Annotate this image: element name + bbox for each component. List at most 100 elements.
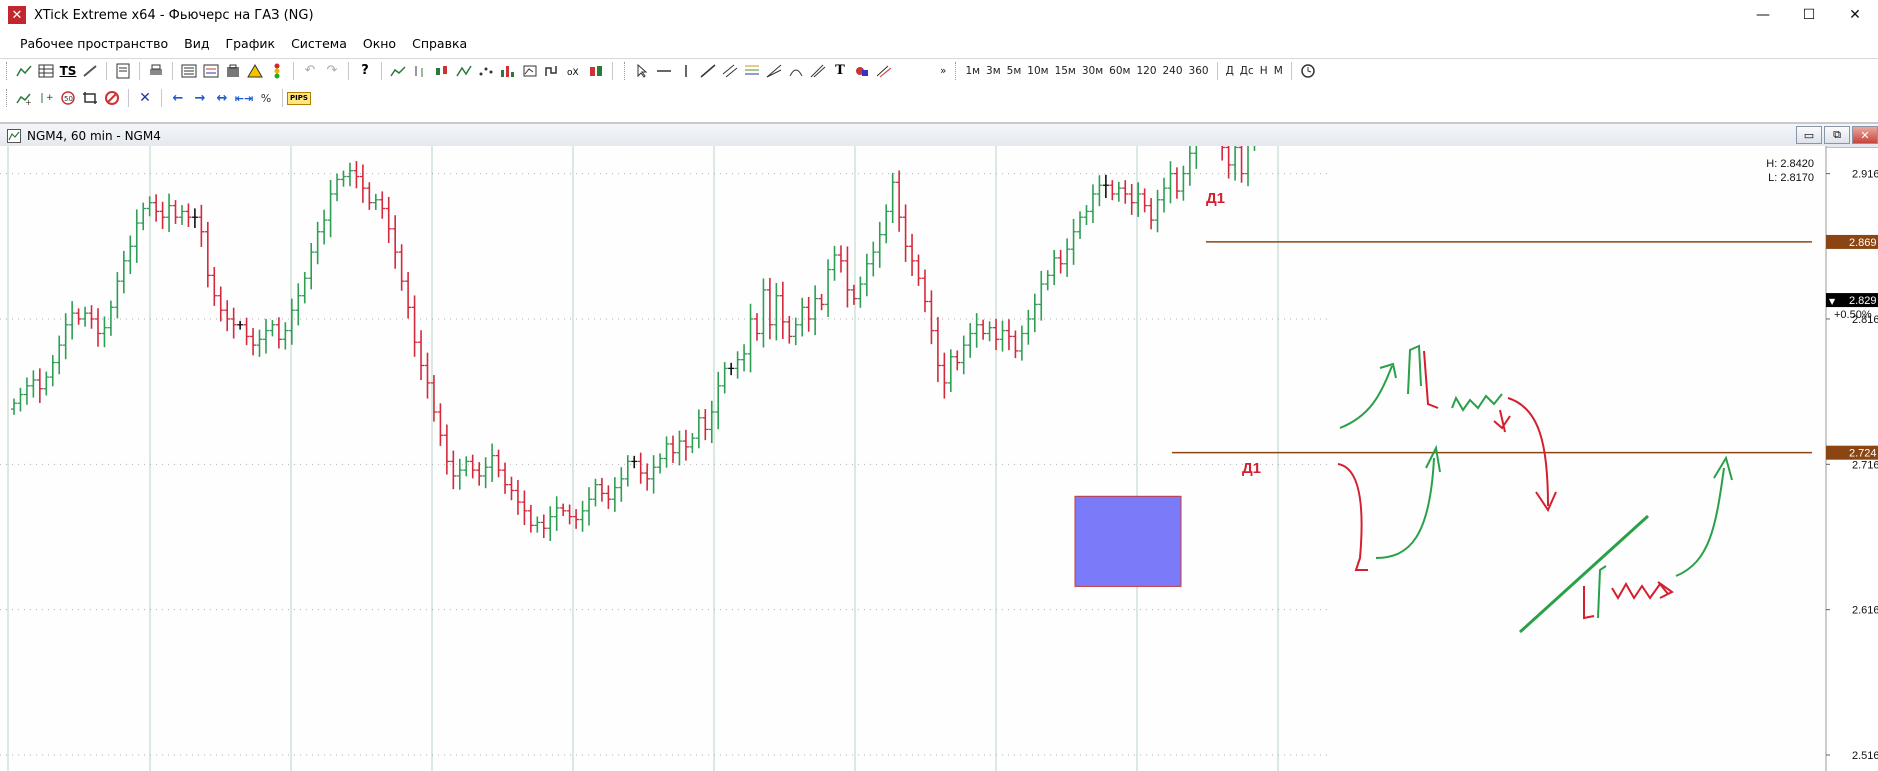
last-price-arrow-icon: ▼ bbox=[1829, 297, 1836, 306]
chart-window-icon bbox=[7, 128, 21, 143]
script-icon[interactable] bbox=[79, 60, 101, 82]
ts-icon[interactable]: TS bbox=[57, 60, 79, 82]
scroll-right-icon[interactable]: → bbox=[189, 87, 211, 109]
price-axis[interactable]: 2.9162.8162.7162.6162.516 bbox=[1826, 169, 1878, 762]
document-icon[interactable] bbox=[112, 60, 134, 82]
application-window: ✕ XTick Extreme x64 - Фьючерс на ГАЗ (NG… bbox=[0, 0, 1878, 771]
chart-restore-button[interactable]: ⧉ bbox=[1824, 126, 1850, 144]
zoom-in-icon[interactable]: ↔ bbox=[211, 87, 233, 109]
menu-chart[interactable]: График bbox=[217, 36, 283, 51]
chart-cluster-icon[interactable] bbox=[585, 60, 607, 82]
add-study-icon[interactable]: + bbox=[35, 87, 57, 109]
annotation-d1-top: Д1 bbox=[1206, 190, 1225, 207]
chart-minimize-button[interactable]: ▭ bbox=[1796, 126, 1822, 144]
toolbar-grip[interactable] bbox=[6, 61, 9, 80]
table-icon[interactable] bbox=[35, 60, 57, 82]
level-price-tag: 2.869 bbox=[1826, 234, 1878, 249]
axis-tick-label: 2.916 bbox=[1852, 169, 1878, 181]
vertical-line-icon[interactable] bbox=[675, 60, 697, 82]
pips-label: PIPS bbox=[287, 91, 311, 105]
signal-icon[interactable] bbox=[266, 60, 288, 82]
fan-icon[interactable] bbox=[763, 60, 785, 82]
percent-icon[interactable]: % bbox=[255, 87, 277, 109]
alert-icon[interactable] bbox=[244, 60, 266, 82]
highlight-zone-box[interactable] bbox=[1074, 495, 1182, 587]
period-day[interactable]: Д bbox=[1223, 65, 1237, 77]
scale-icon[interactable]: 50 bbox=[57, 87, 79, 109]
no-entry-icon[interactable] bbox=[101, 87, 123, 109]
timeframe-10m[interactable]: 10м bbox=[1024, 65, 1051, 77]
menu-view[interactable]: Вид bbox=[176, 36, 217, 51]
chart-bars-icon[interactable] bbox=[387, 60, 409, 82]
overflow-chevron-icon[interactable]: » bbox=[937, 65, 949, 77]
text-tool-icon[interactable]: T bbox=[829, 60, 851, 82]
pips-button[interactable]: PIPS bbox=[287, 87, 311, 109]
timeframe-5m[interactable]: 5м bbox=[1004, 65, 1025, 77]
trend-line-icon[interactable] bbox=[697, 60, 719, 82]
chart-window-titlebar: NGM4, 60 min - NGM4 ▭ ⧉ ✕ bbox=[0, 124, 1878, 148]
x-logo-icon[interactable]: ✕ bbox=[8, 6, 26, 24]
fibonacci-icon[interactable] bbox=[741, 60, 763, 82]
add-indicator-icon[interactable]: + bbox=[13, 87, 35, 109]
menu-workspace[interactable]: Рабочее пространство bbox=[12, 36, 176, 51]
chart-points-icon[interactable] bbox=[475, 60, 497, 82]
chart-candles-icon[interactable] bbox=[431, 60, 453, 82]
chart-volume-icon[interactable] bbox=[497, 60, 519, 82]
maximize-button[interactable]: ☐ bbox=[1786, 0, 1832, 30]
crop-icon[interactable] bbox=[79, 87, 101, 109]
chart-ohlc-icon[interactable] bbox=[409, 60, 431, 82]
price-chart[interactable]: Д1 Д1 H: 2.8420 L: 2.8170 2.9162.8162.71… bbox=[0, 146, 1878, 771]
period-day-session[interactable]: Дс bbox=[1237, 65, 1257, 77]
list-icon[interactable] bbox=[178, 60, 200, 82]
chart-window-title: NGM4, 60 min - NGM4 bbox=[27, 128, 161, 143]
cursor-icon[interactable] bbox=[631, 60, 653, 82]
change-percent-label: +0.50% bbox=[1834, 309, 1872, 321]
menu-system[interactable]: Система bbox=[283, 36, 355, 51]
timeframe-120[interactable]: 120 bbox=[1133, 65, 1159, 77]
eraser-icon[interactable] bbox=[873, 60, 895, 82]
last-price-tag: ▼ 2.829 bbox=[1826, 293, 1878, 308]
chart-pnf-icon[interactable]: oX bbox=[563, 60, 585, 82]
svg-text:+: + bbox=[46, 93, 54, 103]
delete-drawings-icon[interactable]: ✕ bbox=[134, 87, 156, 109]
menu-bar: Рабочее пространство Вид График Система … bbox=[0, 32, 1878, 54]
orders-icon[interactable] bbox=[200, 60, 222, 82]
svg-text:50: 50 bbox=[64, 95, 73, 103]
chart-renko-icon[interactable] bbox=[519, 60, 541, 82]
title-bar: ✕ XTick Extreme x64 - Фьючерс на ГАЗ (NG… bbox=[0, 0, 1878, 30]
timeframe-60m[interactable]: 60м bbox=[1106, 65, 1133, 77]
portfolio-icon[interactable] bbox=[222, 60, 244, 82]
scroll-left-icon[interactable]: ← bbox=[167, 87, 189, 109]
pitchfork-icon[interactable] bbox=[807, 60, 829, 82]
horizontal-line-icon[interactable] bbox=[653, 60, 675, 82]
main-toolbar: TS ↶ ↷ ? oX T » 1м 3м 5м 10м 15м 30м 60м… bbox=[0, 58, 1878, 82]
annotation-d1-bottom: Д1 bbox=[1242, 460, 1261, 477]
undo-icon[interactable]: ↶ bbox=[299, 60, 321, 82]
help-icon[interactable]: ? bbox=[354, 60, 376, 82]
chart-line-icon[interactable] bbox=[13, 60, 35, 82]
zoom-out-icon[interactable]: ⇤⇥ bbox=[233, 87, 255, 109]
timeframe-30m[interactable]: 30м bbox=[1079, 65, 1106, 77]
minimize-button[interactable]: — bbox=[1740, 0, 1786, 30]
print-icon[interactable] bbox=[145, 60, 167, 82]
period-month[interactable]: М bbox=[1271, 65, 1286, 77]
timeframe-360[interactable]: 360 bbox=[1186, 65, 1212, 77]
timeframe-1m[interactable]: 1м bbox=[962, 65, 983, 77]
price-tag-label: 2.724 bbox=[1849, 448, 1877, 460]
channel-icon[interactable] bbox=[719, 60, 741, 82]
redo-icon[interactable]: ↷ bbox=[321, 60, 343, 82]
shapes-icon[interactable] bbox=[851, 60, 873, 82]
window-controls: — ☐ ✕ bbox=[1740, 0, 1878, 30]
clock-icon[interactable] bbox=[1297, 60, 1319, 82]
arc-icon[interactable] bbox=[785, 60, 807, 82]
chart-kagi-icon[interactable] bbox=[541, 60, 563, 82]
timeframe-3m[interactable]: 3м bbox=[983, 65, 1004, 77]
chart-close-button[interactable]: ✕ bbox=[1852, 126, 1878, 144]
menu-help[interactable]: Справка bbox=[404, 36, 475, 51]
period-week[interactable]: Н bbox=[1257, 65, 1271, 77]
timeframe-240[interactable]: 240 bbox=[1160, 65, 1186, 77]
timeframe-15m[interactable]: 15м bbox=[1052, 65, 1079, 77]
chart-zigzag-icon[interactable] bbox=[453, 60, 475, 82]
close-button[interactable]: ✕ bbox=[1832, 0, 1878, 30]
menu-window[interactable]: Окно bbox=[355, 36, 404, 51]
